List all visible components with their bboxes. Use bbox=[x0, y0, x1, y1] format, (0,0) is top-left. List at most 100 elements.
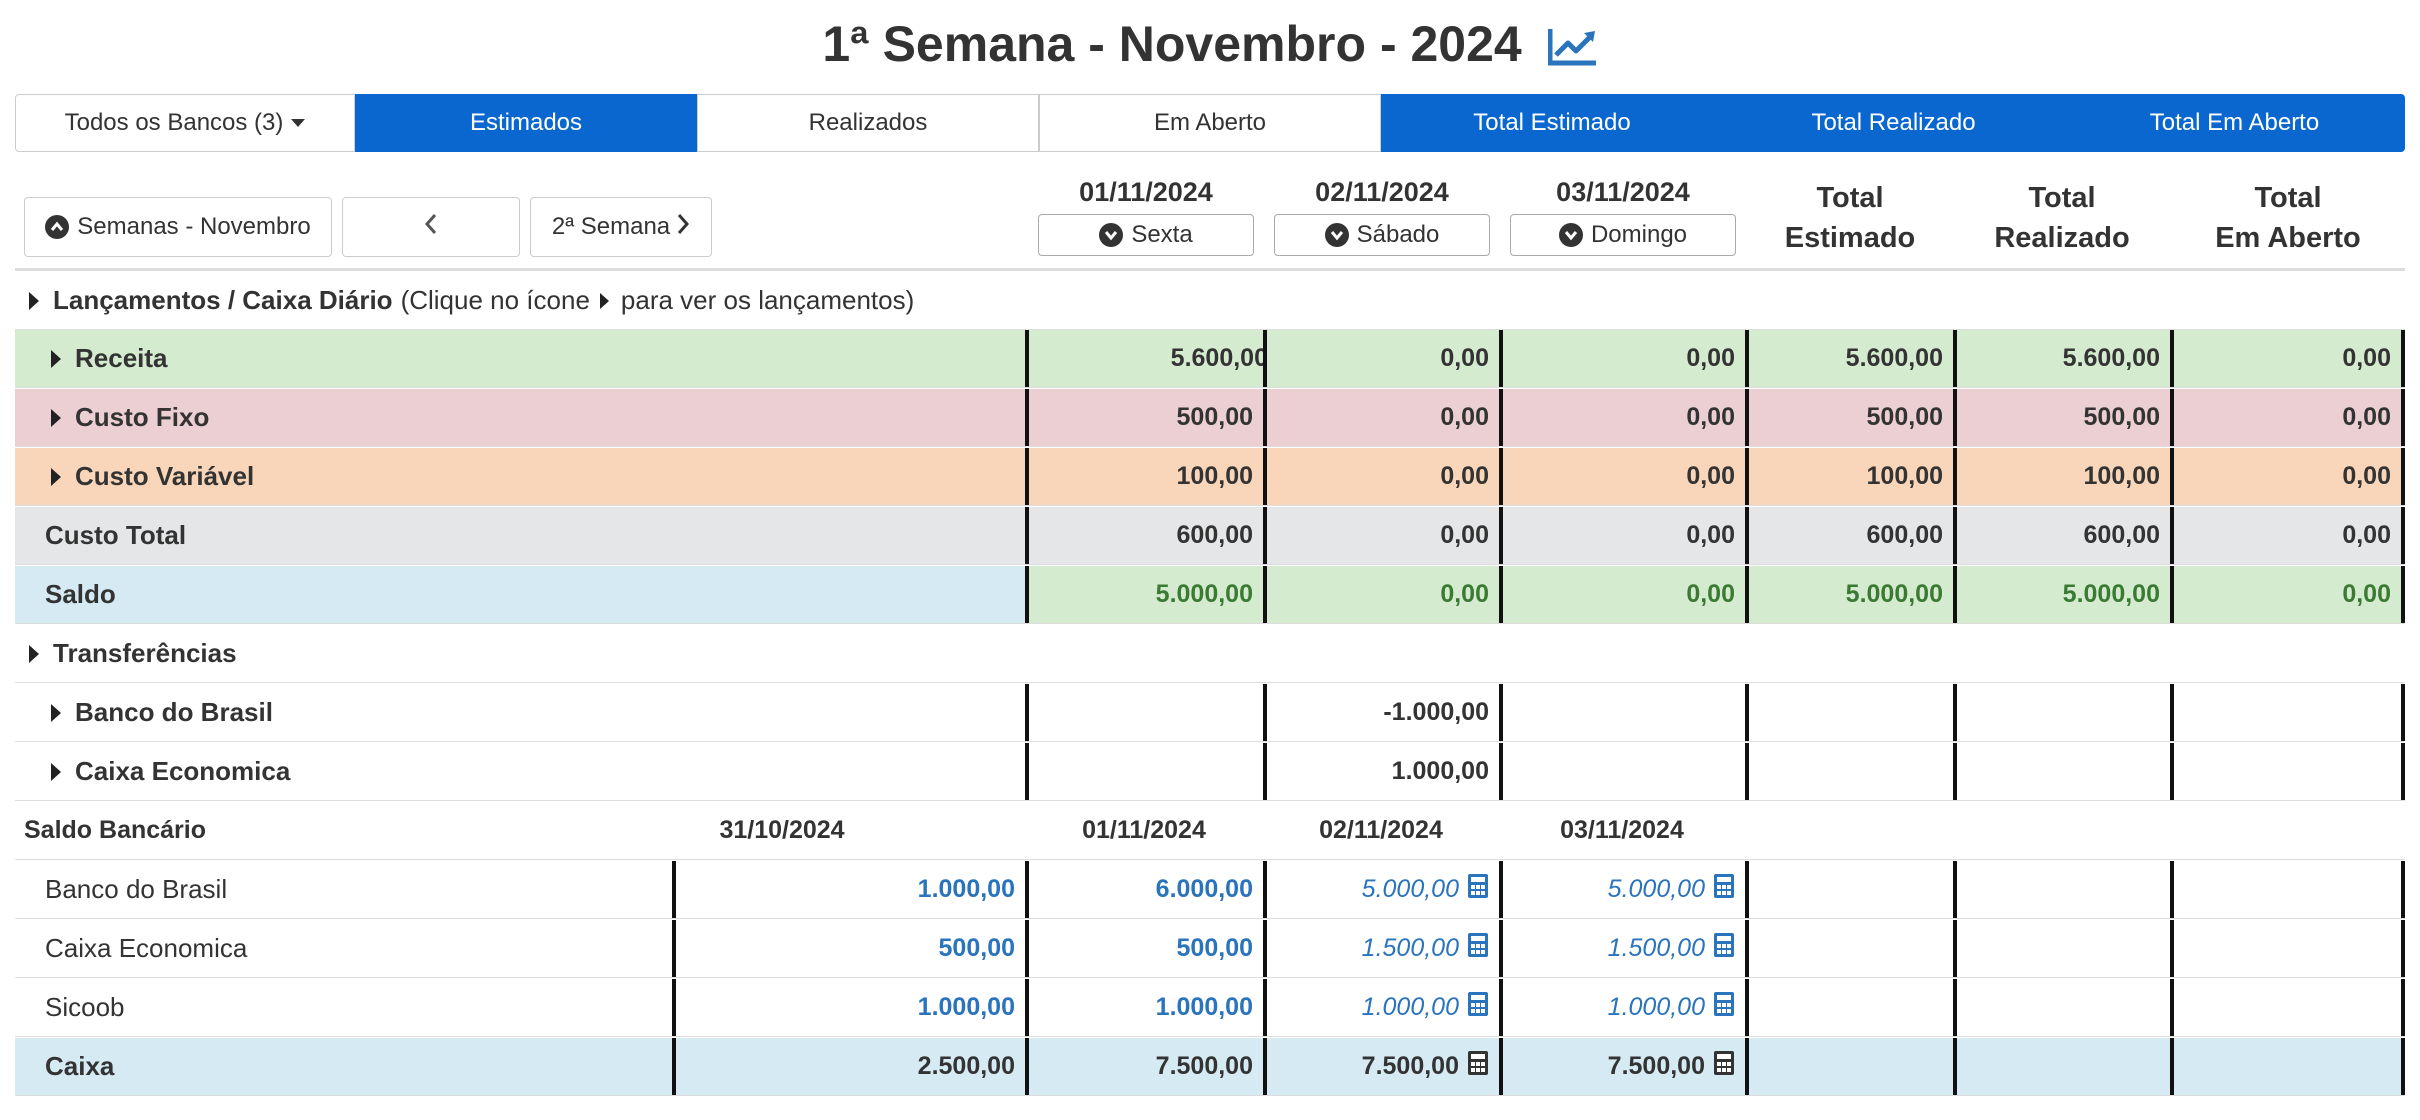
calculator-icon[interactable] bbox=[1713, 932, 1735, 965]
value-cell: 0,00 bbox=[1263, 330, 1499, 387]
balance-cell: 1.000,00 bbox=[672, 861, 1025, 918]
header-line: Realizado bbox=[1994, 222, 2130, 254]
header-line: Total bbox=[1816, 182, 1884, 214]
realizados-button[interactable]: Realizados bbox=[697, 94, 1039, 152]
value-cell bbox=[1953, 684, 2170, 741]
day-toggle-button[interactable]: Domingo bbox=[1510, 214, 1736, 256]
value-cell bbox=[1025, 684, 1263, 741]
receita-row[interactable]: Receita 5.600,00 0,00 0,00 5.600,00 5.60… bbox=[15, 330, 2405, 388]
value-cell: 5.000,00 bbox=[1745, 566, 1953, 623]
value-cell: 0,00 bbox=[2170, 566, 2405, 623]
custo-total-label: Custo Total bbox=[45, 520, 187, 550]
transfer-banco-brasil-row[interactable]: Banco do Brasil -1.000,00 bbox=[15, 684, 2405, 742]
balance-value: 1.000,00 bbox=[1361, 993, 1459, 1021]
header-line: Em Aberto bbox=[2215, 222, 2361, 254]
next-week-button[interactable]: 2ª Semana bbox=[530, 197, 712, 257]
prev-week-button[interactable] bbox=[342, 197, 520, 257]
line-chart-icon[interactable] bbox=[1547, 20, 1598, 80]
caret-right-icon[interactable] bbox=[51, 467, 61, 486]
balance-cell[interactable]: 1.500,00 bbox=[1263, 920, 1499, 977]
total-realizado-button[interactable]: Total Realizado bbox=[1723, 94, 2064, 152]
row-label: Caixa Economica bbox=[75, 756, 291, 786]
balance-date: 03/11/2024 bbox=[1560, 816, 1684, 844]
value-cell: 0,00 bbox=[1499, 330, 1745, 387]
calculator-icon[interactable] bbox=[1713, 873, 1735, 906]
value-cell: 600,00 bbox=[1745, 507, 1953, 564]
caixa-cell: 7.500,00 bbox=[1499, 1038, 1745, 1095]
value-cell bbox=[1745, 1038, 1953, 1095]
lancamentos-header-row[interactable]: Lançamentos / Caixa Diário (Clique no íc… bbox=[15, 272, 2405, 330]
value-cell: 0,00 bbox=[1499, 448, 1745, 505]
balance-cell[interactable]: 1.000,00 bbox=[1499, 979, 1745, 1036]
calculator-icon[interactable] bbox=[1467, 873, 1489, 906]
balance-cell[interactable]: 1.000,00 bbox=[1263, 979, 1499, 1036]
header-line: Total bbox=[2028, 182, 2096, 214]
day-toggle-button[interactable]: Sexta bbox=[1038, 214, 1254, 256]
estimados-button[interactable]: Estimados bbox=[355, 94, 697, 152]
saldo-row: Saldo 5.000,00 0,00 0,00 5.000,00 5.000,… bbox=[15, 566, 2405, 624]
value-cell bbox=[1745, 979, 1953, 1036]
caret-right-icon[interactable] bbox=[29, 291, 39, 310]
filter-bar: Todos os Bancos (3) Estimados Realizados… bbox=[15, 94, 2405, 152]
row-label: Custo Fixo bbox=[75, 402, 210, 432]
chevron-left-icon bbox=[423, 212, 439, 243]
caret-right-icon[interactable] bbox=[51, 762, 61, 781]
day-weekday: Domingo bbox=[1590, 221, 1688, 248]
page-title-text: 1ª Semana - Novembro - 2024 bbox=[822, 16, 1522, 72]
caret-right-icon bbox=[599, 292, 609, 309]
value-cell: 0,00 bbox=[1263, 448, 1499, 505]
weeks-button-label: Semanas - Novembro bbox=[77, 213, 311, 240]
value-cell: -1.000,00 bbox=[1263, 684, 1499, 741]
day-toggle-button[interactable]: Sábado bbox=[1274, 214, 1490, 256]
banks-dropdown-label: Todos os Bancos (3) bbox=[64, 109, 284, 136]
next-week-label: 2ª Semana bbox=[551, 213, 671, 240]
total-em-aberto-button[interactable]: Total Em Aberto bbox=[2064, 94, 2405, 152]
lancamentos-header: Lançamentos / Caixa Diário (Clique no íc… bbox=[29, 272, 914, 329]
balance-row-caixa: Caixa 2.500,00 7.500,00 7.500,00 7.500,0… bbox=[15, 1038, 2405, 1096]
balance-value: 1.000,00 bbox=[1607, 993, 1705, 1021]
caret-right-icon[interactable] bbox=[51, 408, 61, 427]
calculator-icon[interactable] bbox=[1467, 932, 1489, 965]
value-cell: 100,00 bbox=[1953, 448, 2170, 505]
caixa-value: 7.500,00 bbox=[1361, 1052, 1459, 1080]
balance-cell[interactable]: 1.500,00 bbox=[1499, 920, 1745, 977]
bank-name: Sicoob bbox=[45, 992, 125, 1022]
value-cell: 600,00 bbox=[1953, 507, 2170, 564]
transfer-label: Banco do Brasil bbox=[51, 684, 273, 741]
value-cell: 0,00 bbox=[2170, 507, 2405, 564]
em-aberto-button[interactable]: Em Aberto bbox=[1039, 94, 1381, 152]
calculator-icon[interactable] bbox=[1467, 1050, 1489, 1083]
transferencias-header-row[interactable]: Transferências bbox=[15, 625, 2405, 683]
balance-cell: 1.000,00 bbox=[1025, 979, 1263, 1036]
value-cell: 100,00 bbox=[1025, 448, 1263, 505]
value-cell bbox=[1745, 743, 1953, 800]
transfer-caixa-economica-row[interactable]: Caixa Economica 1.000,00 bbox=[15, 743, 2405, 801]
caret-right-icon[interactable] bbox=[51, 349, 61, 368]
caret-right-icon[interactable] bbox=[51, 703, 61, 722]
total-estimado-button[interactable]: Total Estimado bbox=[1381, 94, 1723, 152]
value-cell bbox=[1953, 1038, 2170, 1095]
banks-dropdown[interactable]: Todos os Bancos (3) bbox=[15, 94, 355, 152]
calculator-icon[interactable] bbox=[1467, 991, 1489, 1024]
value-cell bbox=[1745, 684, 1953, 741]
caret-right-icon[interactable] bbox=[29, 644, 39, 663]
day-date: 03/11/2024 bbox=[1556, 177, 1690, 207]
value-cell: 500,00 bbox=[1953, 389, 2170, 446]
balance-cell[interactable]: 5.000,00 bbox=[1263, 861, 1499, 918]
calculator-icon[interactable] bbox=[1713, 991, 1735, 1024]
balance-value: 1.500,00 bbox=[1361, 934, 1459, 962]
custo-fixo-row[interactable]: Custo Fixo 500,00 0,00 0,00 500,00 500,0… bbox=[15, 389, 2405, 447]
value-cell: 0,00 bbox=[1499, 389, 1745, 446]
value-cell: 5.000,00 bbox=[1953, 566, 2170, 623]
header-line: Total bbox=[2254, 182, 2322, 214]
balance-date: 01/11/2024 bbox=[1082, 816, 1206, 844]
calculator-icon[interactable] bbox=[1713, 1050, 1735, 1083]
balance-cell[interactable]: 5.000,00 bbox=[1499, 861, 1745, 918]
row-label: Custo Variável bbox=[75, 461, 255, 491]
value-cell bbox=[1745, 920, 1953, 977]
custo-variavel-row[interactable]: Custo Variável 100,00 0,00 0,00 100,00 1… bbox=[15, 448, 2405, 506]
value-cell bbox=[2170, 684, 2405, 741]
total-realizado-header: Total Realizado bbox=[1956, 178, 2168, 258]
weeks-button[interactable]: Semanas - Novembro bbox=[24, 197, 332, 257]
value-cell bbox=[1499, 684, 1745, 741]
